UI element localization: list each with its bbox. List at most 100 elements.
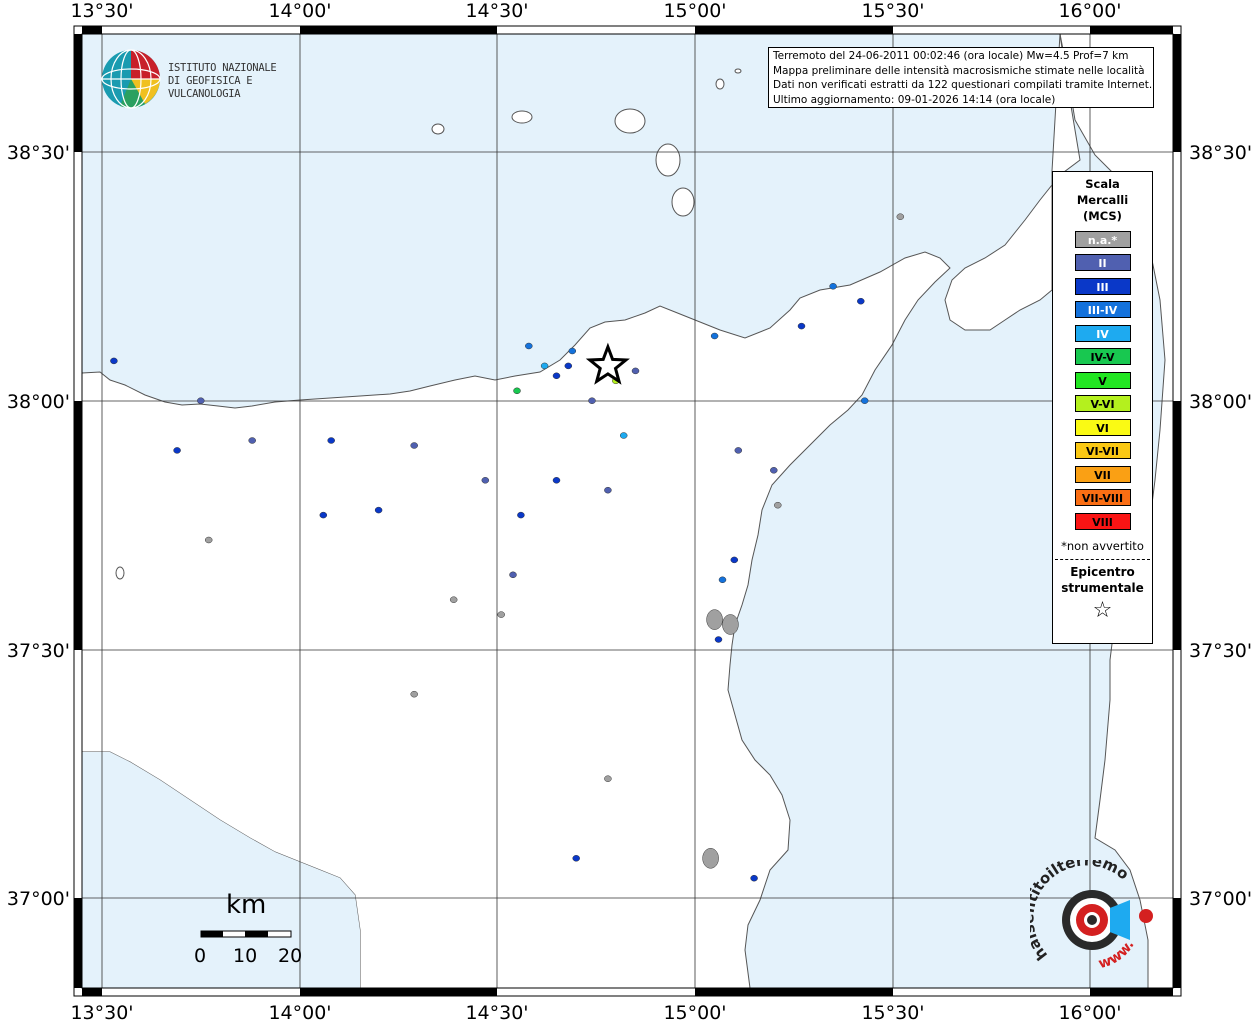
legend-item: VII-VIII: [1074, 489, 1131, 506]
ingv-globe-icon: [101, 49, 161, 109]
bottom-lon-labels: 13°30' 14°00' 14°30' 15°00' 15°30' 16°00…: [70, 1002, 1121, 1024]
place-marker: [774, 501, 782, 509]
ingv-name-line1: ISTITUTO NAZIONALE: [168, 62, 277, 74]
place-marker: [410, 442, 418, 449]
scale-tick-0: 0: [194, 945, 207, 967]
place-marker: [750, 874, 758, 882]
ingv-name-line2: DI GEOFISICA E VULCANOLOGIA: [168, 75, 253, 100]
island-panarea: [715, 78, 725, 90]
island-stromboli: [734, 68, 742, 74]
top-lon-labels: 13°30' 14°00' 14°30' 15°00' 15°30' 16°00…: [70, 0, 1121, 22]
scale-bar: km 0 10 20: [188, 890, 318, 975]
right-lat-label: 38°30': [1189, 142, 1252, 164]
hsl-logo: haisentitoilterremoto.it www.: [1019, 846, 1160, 980]
place-marker: [497, 611, 505, 618]
right-lat-label: 38°00': [1189, 391, 1252, 413]
top-lon-label: 13°30': [70, 0, 133, 22]
place-marker: [734, 447, 743, 454]
place-marker: [896, 213, 905, 220]
place-marker: [829, 283, 837, 290]
event-info-line3: Dati non verificati estratti da 122 ques…: [773, 79, 1153, 91]
island-lipari: [655, 143, 681, 177]
place-marker: [319, 511, 328, 519]
left-lat-label: 37°00': [7, 888, 70, 910]
legend-item: IV-V: [1074, 348, 1131, 365]
legend-item: III-IV: [1074, 301, 1131, 318]
place-marker: [722, 614, 739, 635]
top-lon-label: 14°00': [268, 0, 331, 22]
event-info-line1: Terremoto del 24-06-2011 00:02:46 (ora l…: [773, 50, 1129, 62]
place-marker: [706, 609, 723, 630]
place-marker: [204, 536, 213, 544]
place-marker: [481, 477, 490, 484]
place-marker: [248, 437, 256, 444]
right-lat-label: 37°00': [1189, 888, 1252, 910]
place-marker: [374, 506, 383, 514]
left-lat-label: 38°30': [7, 142, 70, 164]
legend-title-line2: Mercalli: [1076, 193, 1129, 207]
hsl-logo-graphic: haisentitoilterremoto.it www.: [1019, 846, 1153, 972]
legend-item: III: [1074, 277, 1131, 295]
place-marker: [604, 486, 612, 494]
place-marker: [710, 332, 719, 340]
legend-epicenter-line1: Epicentro: [1070, 564, 1135, 579]
mcs-legend: Scala Mercalli (MCS) n.a.* II III III-IV IV I…: [1052, 171, 1153, 644]
legend-title-line1: Scala: [1085, 177, 1120, 191]
place-marker: [702, 848, 719, 869]
place-marker: [552, 372, 561, 380]
place-marker: [564, 362, 573, 370]
scale-bar-graphic: [200, 930, 292, 938]
legend-item: V: [1074, 371, 1131, 389]
place-marker: [568, 347, 577, 355]
place-marker: [513, 387, 521, 395]
legend-item: n.a.*: [1074, 230, 1131, 248]
legend-note: *non avvertito: [1061, 538, 1144, 553]
place-marker: [714, 636, 723, 643]
lake-small: [115, 566, 125, 580]
place-marker: [410, 690, 418, 698]
event-info-box: Terremoto del 24-06-2011 00:02:46 (ora l…: [768, 47, 1154, 108]
top-lon-label: 15°30': [861, 0, 924, 22]
legend-item: V-VI: [1074, 395, 1131, 412]
bottom-lon-label: 14°00': [268, 1002, 331, 1024]
right-lat-labels: 38°30' 38°00' 37°30' 37°00': [1189, 142, 1252, 910]
place-marker: [552, 477, 561, 484]
place-marker: [572, 855, 580, 862]
place-marker: [619, 432, 628, 439]
legend-item: VII: [1074, 465, 1131, 483]
right-lat-label: 37°30': [1189, 640, 1252, 662]
place-marker: [730, 556, 739, 564]
legend-item: IV: [1074, 324, 1131, 342]
legend-item: II: [1074, 254, 1131, 271]
legend-epicenter-line2: strumentale: [1061, 580, 1144, 595]
place-marker: [525, 342, 533, 350]
bottom-lon-label: 14°30': [465, 1002, 528, 1024]
left-lat-label: 37°30': [7, 640, 70, 662]
bottom-lon-label: 13°30': [70, 1002, 133, 1024]
place-marker: [517, 511, 525, 519]
place-marker: [173, 447, 181, 454]
bottom-lon-label: 16°00': [1058, 1002, 1121, 1024]
place-marker: [327, 437, 335, 444]
place-marker: [449, 596, 458, 603]
place-marker: [540, 362, 549, 370]
place-marker: [588, 397, 596, 404]
bottom-lon-label: 15°30': [861, 1002, 924, 1024]
place-marker: [718, 576, 727, 584]
bottom-lon-label: 15°00': [663, 1002, 726, 1024]
event-info-line2: Mappa preliminare delle intensità macros…: [773, 64, 1145, 77]
place-marker: [857, 297, 865, 305]
place-marker: [770, 467, 778, 474]
top-lon-label: 16°00': [1058, 0, 1121, 22]
legend-epicenter-label: Epicentro strumentale: [1053, 564, 1152, 596]
place-marker: [631, 367, 640, 375]
left-lat-labels: 38°30' 38°00' 37°30' 37°00': [7, 142, 70, 910]
place-marker: [110, 357, 118, 365]
place-marker: [197, 397, 205, 404]
place-marker: [860, 397, 869, 404]
legend-item: VIII: [1074, 512, 1131, 530]
event-info-line4: Ultimo aggiornamento: 09-01-2026 14:14 (…: [773, 93, 1056, 106]
island-filicudi: [511, 110, 533, 124]
place-marker: [604, 775, 612, 782]
place-marker: [509, 571, 517, 579]
